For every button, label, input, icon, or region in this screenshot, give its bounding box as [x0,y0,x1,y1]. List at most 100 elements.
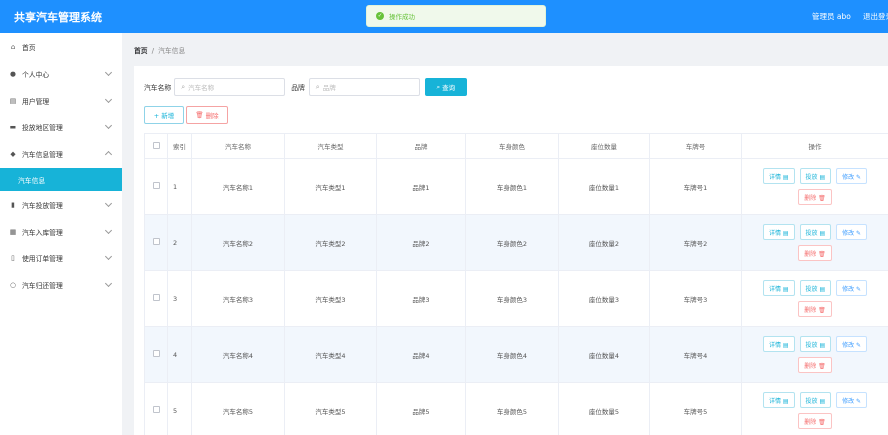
edit-button[interactable]: 修改 ✎ [836,336,868,352]
delete-button[interactable]: 🗑 删除 [186,106,228,124]
sidebar-item-orders[interactable]: ▯ 使用订单管理 [0,245,122,271]
row-delete-button[interactable]: 删除 🗑 [798,245,832,261]
cell-seats: 座位数量1 [558,158,650,215]
sidebar-item-car-deploy[interactable]: ▮ 汽车投放管理 [0,192,122,218]
check-icon: ✓ [376,12,384,20]
column-header: 汽车类型 [284,133,377,159]
sidebar-item-home[interactable]: ⌂ 首页 [0,34,122,60]
cell-name: 汽车名称1 [191,158,285,215]
row-delete-button[interactable]: 删除 🗑 [798,189,832,205]
chevron-up-icon [104,150,113,159]
column-header: 操作 [741,133,888,159]
cell-brand: 品牌4 [376,326,466,383]
current-user[interactable]: 管理员 abo [812,11,851,22]
delete-label: 删除 [205,112,219,120]
car-name-label: 汽车名称 [144,84,172,92]
sidebar-item-personal[interactable]: ● 个人中心 [0,61,122,87]
deploy-button[interactable]: 投放 ▤ [799,224,832,240]
chevron-down-icon [104,95,113,104]
bar-chart-icon: ▮ [11,201,15,209]
table-header-row: 索引 汽车名称 汽车类型 品牌 车身颜色 座位数量 车牌号 操作 [144,133,888,159]
cell-actions: 详情 ▤ 投放 ▤ 修改 ✎ 删除 🗑 [741,214,888,271]
cell-brand: 品牌2 [376,214,466,271]
detail-button[interactable]: 详情 ▤ [762,224,795,240]
cell-plate: 车牌号1 [649,158,742,215]
sidebar-item-label: 汽车投放管理 [22,202,63,210]
cell-index: 1 [167,158,192,215]
detail-button[interactable]: 详情 ▤ [762,392,795,408]
location-icon: ◆ [10,150,16,158]
deploy-button[interactable]: 投放 ▤ [799,168,832,184]
car-name-placeholder: 汽车名称 [188,84,215,92]
car-name-input[interactable]: ⌕ 汽车名称 [174,78,286,96]
sidebar-subitem-car-info[interactable]: 汽车信息 [0,168,122,191]
deploy-button[interactable]: 投放 ▤ [799,336,832,352]
column-header: 座位数量 [558,133,650,159]
row-delete-button[interactable]: 删除 🗑 [798,357,832,373]
users-icon: ▤ [9,97,17,105]
sidebar-item-label: 首页 [22,44,36,52]
deploy-button[interactable]: 投放 ▤ [799,280,832,296]
logout-link[interactable]: 退出登录 [863,11,888,22]
brand-label: 品牌 [291,84,305,92]
cell-brand: 品牌5 [376,382,466,435]
home-icon: ⌂ [10,43,16,51]
sidebar-item-car-info[interactable]: ◆ 汽车信息管理 [0,141,122,167]
table-row: 1 汽车名称1 汽车类型1 品牌1 车身颜色1 座位数量1 车牌号1 详情 ▤ 投放 ▤ 修改 ✎… [144,158,888,215]
deploy-button[interactable]: 投放 ▤ [799,392,832,408]
sidebar-item-returns[interactable]: ○ 汽车归还管理 [0,272,122,298]
cell-name: 汽车名称4 [191,326,285,383]
row-delete-button[interactable]: 删除 🗑 [798,413,832,429]
user-icon: ● [10,70,16,78]
query-button[interactable]: ⌕ 查询 [424,78,467,96]
cell-seats: 座位数量4 [558,326,650,383]
monitor-icon: ▬ [9,123,17,131]
cell-type: 汽车类型3 [284,270,377,327]
column-header: 车牌号 [649,133,742,159]
detail-button[interactable]: 详情 ▤ [762,336,795,352]
detail-button[interactable]: 详情 ▤ [762,168,795,184]
sidebar-item-car-storage[interactable]: ▦ 汽车入库管理 [0,219,122,245]
brand-placeholder: 品牌 [322,84,336,92]
row-checkbox[interactable] [144,158,168,215]
box-icon: ▦ [9,228,17,236]
chevron-down-icon [104,68,113,77]
add-button[interactable]: + 新增 [144,106,184,124]
row-delete-button[interactable]: 删除 🗑 [798,301,832,317]
cell-seats: 座位数量2 [558,214,650,271]
cell-type: 汽车类型2 [284,214,377,271]
breadcrumb-home[interactable]: 首页 [134,47,148,55]
select-all-checkbox[interactable] [144,133,168,159]
edit-button[interactable]: 修改 ✎ [836,392,868,408]
chevron-down-icon [104,226,113,235]
phone-icon: ▯ [11,254,15,262]
search-icon: ⌕ [181,82,186,91]
row-checkbox[interactable] [144,214,168,271]
breadcrumb-current: 汽车信息 [158,47,186,55]
row-checkbox[interactable] [144,270,168,327]
detail-button[interactable]: 详情 ▤ [762,280,795,296]
cell-plate: 车牌号4 [649,326,742,383]
cell-actions: 详情 ▤ 投放 ▤ 修改 ✎ 删除 🗑 [741,326,888,383]
search-bar: 汽车名称 ⌕ 汽车名称 品牌 ⌕ 品牌 ⌕ 查询 [144,78,467,96]
column-header: 车身颜色 [465,133,559,159]
chevron-down-icon [104,279,113,288]
edit-button[interactable]: 修改 ✎ [836,280,868,296]
table-row: 3 汽车名称3 汽车类型3 品牌3 车身颜色3 座位数量3 车牌号3 详情 ▤ 投放 ▤ 修改 ✎… [144,270,888,327]
brand-input[interactable]: ⌕ 品牌 [308,78,420,96]
chevron-down-icon [104,121,113,130]
table-row: 4 汽车名称4 汽车类型4 品牌4 车身颜色4 座位数量4 车牌号4 详情 ▤ 投放 ▤ 修改 ✎… [144,326,888,383]
sidebar-item-label: 使用订单管理 [22,255,63,263]
table-row: 5 汽车名称5 汽车类型5 品牌5 车身颜色5 座位数量5 车牌号5 详情 ▤ 投放 ▤ 修改 ✎… [144,382,888,435]
edit-button[interactable]: 修改 ✎ [836,168,868,184]
action-bar: + 新增 🗑 删除 [144,106,228,124]
row-checkbox[interactable] [144,326,168,383]
cell-actions: 详情 ▤ 投放 ▤ 修改 ✎ 删除 🗑 [741,270,888,327]
cell-color: 车身颜色4 [465,326,559,383]
sidebar-item-region[interactable]: ▬ 投放地区管理 [0,114,122,140]
row-checkbox[interactable] [144,382,168,435]
circle-icon: ○ [10,281,16,289]
edit-button[interactable]: 修改 ✎ [836,224,868,240]
cell-name: 汽车名称2 [191,214,285,271]
sidebar-item-users[interactable]: ▤ 用户管理 [0,88,122,114]
